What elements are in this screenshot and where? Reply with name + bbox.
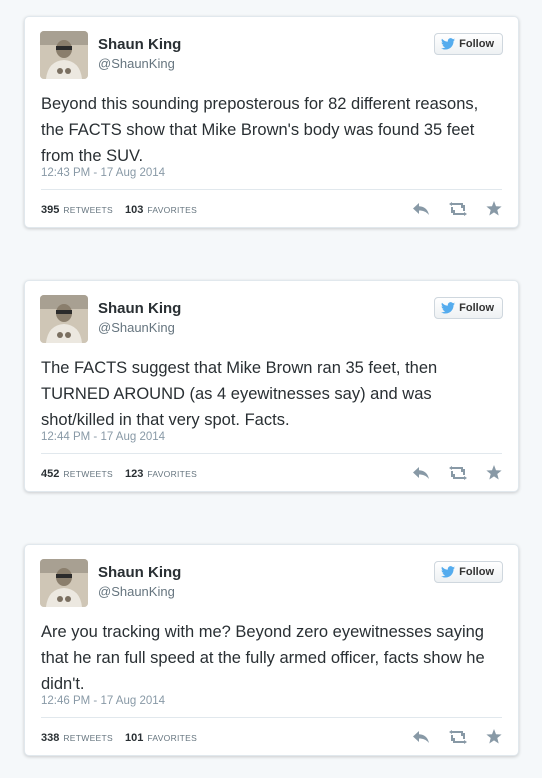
retweet-count[interactable]: 338 (41, 732, 59, 744)
tweet-card: Shaun King @ShaunKing Follow Beyond this… (24, 16, 519, 228)
favorites-label: FAVORITES (147, 205, 198, 215)
timestamp[interactable]: 12:43 PM - 17 Aug 2014 (41, 167, 165, 179)
favorite-star-icon[interactable] (486, 465, 502, 480)
tweet-card: Shaun King @ShaunKing Follow Are you tra… (24, 544, 519, 756)
follow-button[interactable]: Follow (434, 561, 503, 583)
favorite-count[interactable]: 101 (125, 732, 143, 744)
author-handle[interactable]: @ShaunKing (98, 320, 175, 335)
tweet-stats: 452 RETWEETS 123 FAVORITES (41, 468, 205, 480)
author-name[interactable]: Shaun King (98, 36, 181, 53)
favorite-star-icon[interactable] (486, 729, 502, 744)
avatar[interactable] (40, 31, 88, 79)
tweet-text: Beyond this sounding preposterous for 82… (41, 95, 479, 165)
tweet-stats: 338 RETWEETS 101 FAVORITES (41, 732, 205, 744)
follow-button[interactable]: Follow (434, 297, 503, 319)
retweet-icon[interactable] (448, 729, 468, 744)
retweets-label: RETWEETS (63, 205, 113, 215)
tweet-text: Are you tracking with me? Beyond zero ey… (41, 623, 485, 693)
retweet-icon[interactable] (448, 465, 468, 480)
retweet-icon[interactable] (448, 201, 468, 216)
retweets-label: RETWEETS (63, 469, 113, 479)
follow-label: Follow (459, 566, 494, 578)
timestamp[interactable]: 12:44 PM - 17 Aug 2014 (41, 431, 165, 443)
follow-button[interactable]: Follow (434, 33, 503, 55)
follow-label: Follow (459, 302, 494, 314)
favorite-star-icon[interactable] (486, 201, 502, 216)
avatar[interactable] (40, 295, 88, 343)
reply-icon[interactable] (412, 202, 430, 216)
avatar-image (40, 295, 88, 343)
tweet-text: The FACTS suggest that Mike Brown ran 35… (41, 359, 438, 429)
favorite-count[interactable]: 103 (125, 204, 143, 216)
tweet-actions (412, 465, 502, 480)
reply-icon[interactable] (412, 466, 430, 480)
author-name[interactable]: Shaun King (98, 300, 181, 317)
author-handle[interactable]: @ShaunKing (98, 56, 175, 71)
retweet-count[interactable]: 452 (41, 468, 59, 480)
tweet-actions (412, 729, 502, 744)
tweet-actions (412, 201, 502, 216)
twitter-bird-icon (441, 38, 456, 50)
avatar-image (40, 31, 88, 79)
divider (41, 717, 502, 718)
reply-icon[interactable] (412, 730, 430, 744)
tweet-stats: 395 RETWEETS 103 FAVORITES (41, 204, 205, 216)
retweets-label: RETWEETS (63, 733, 113, 743)
twitter-bird-icon (441, 566, 456, 578)
favorite-count[interactable]: 123 (125, 468, 143, 480)
divider (41, 189, 502, 190)
retweet-count[interactable]: 395 (41, 204, 59, 216)
timestamp[interactable]: 12:46 PM - 17 Aug 2014 (41, 695, 165, 707)
follow-label: Follow (459, 38, 494, 50)
avatar-image (40, 559, 88, 607)
favorites-label: FAVORITES (147, 469, 198, 479)
divider (41, 453, 502, 454)
avatar[interactable] (40, 559, 88, 607)
tweet-card: Shaun King @ShaunKing Follow The FACTS s… (24, 280, 519, 492)
author-name[interactable]: Shaun King (98, 564, 181, 581)
favorites-label: FAVORITES (147, 733, 198, 743)
twitter-bird-icon (441, 302, 456, 314)
author-handle[interactable]: @ShaunKing (98, 584, 175, 599)
